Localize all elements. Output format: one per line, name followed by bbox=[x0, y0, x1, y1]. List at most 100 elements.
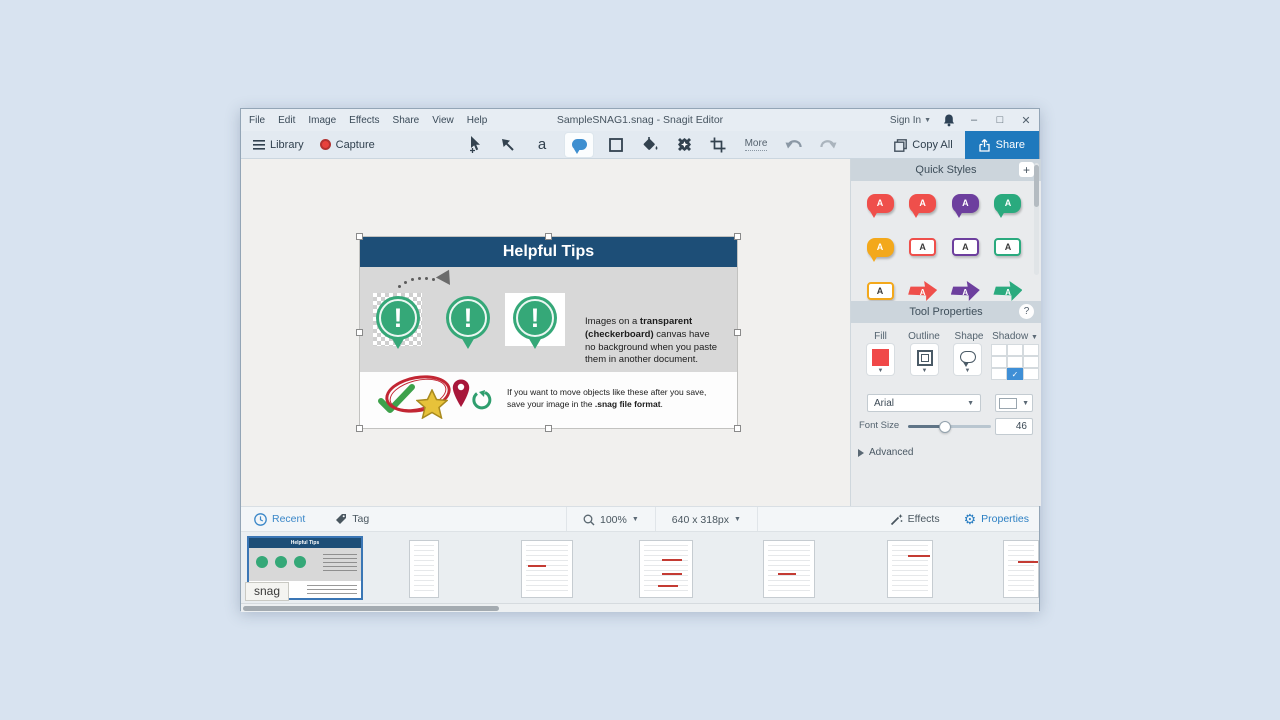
menu-view[interactable]: View bbox=[432, 115, 454, 126]
close-button[interactable]: ✕ bbox=[1019, 114, 1033, 127]
quick-style-arrow[interactable]: A bbox=[908, 278, 938, 301]
font-size-slider[interactable] bbox=[908, 425, 991, 428]
properties-button[interactable]: ⚙ Properties bbox=[964, 512, 1029, 526]
menubar: File Edit Image Effects Share View Help bbox=[241, 115, 487, 126]
capture-icon bbox=[320, 139, 331, 150]
shadow-direction-grid[interactable]: ✓ bbox=[991, 344, 1039, 380]
text-tool[interactable]: a bbox=[531, 133, 553, 157]
advanced-label: Advanced bbox=[869, 447, 913, 458]
tag-icon bbox=[335, 513, 347, 525]
resize-handle-se[interactable] bbox=[734, 425, 741, 432]
dimensions-control[interactable]: 640 x 318px ▼ bbox=[656, 507, 757, 532]
font-family-select[interactable]: Arial ▼ bbox=[867, 394, 981, 412]
arrow-tool[interactable] bbox=[497, 133, 519, 157]
thumbnail[interactable] bbox=[521, 540, 573, 598]
quick-style-arrow[interactable]: A bbox=[950, 278, 980, 301]
resize-handle-w[interactable] bbox=[356, 329, 363, 336]
blur-tool[interactable] bbox=[673, 133, 695, 157]
menu-effects[interactable]: Effects bbox=[349, 115, 379, 126]
sign-in-button[interactable]: Sign In ▼ bbox=[890, 115, 931, 126]
pixelate-icon bbox=[676, 136, 693, 153]
add-style-button[interactable]: + bbox=[1019, 162, 1034, 177]
font-family-value: Arial bbox=[874, 398, 894, 409]
advanced-toggle[interactable]: Advanced bbox=[858, 447, 913, 458]
menu-help[interactable]: Help bbox=[467, 115, 488, 126]
rotate-icon bbox=[471, 390, 493, 412]
more-label: More bbox=[745, 138, 768, 151]
capture-button[interactable]: Capture bbox=[320, 139, 375, 151]
callout-tool[interactable] bbox=[565, 133, 593, 157]
quick-style-rect[interactable]: A bbox=[908, 234, 938, 260]
pin-icon bbox=[452, 379, 470, 408]
thumbnail[interactable] bbox=[639, 540, 693, 598]
toolbar: Library Capture a bbox=[241, 131, 1039, 159]
quick-style-arrow[interactable]: A bbox=[993, 278, 1023, 301]
shape-tool[interactable] bbox=[605, 133, 627, 157]
thumbnail[interactable] bbox=[409, 540, 439, 598]
quick-styles-title: Quick Styles bbox=[915, 164, 976, 176]
redo-button[interactable] bbox=[817, 133, 839, 157]
resize-handle-nw[interactable] bbox=[356, 233, 363, 240]
canvas-area[interactable]: Helpful Tips ! ! ! bbox=[241, 159, 851, 506]
recent-button[interactable]: Recent bbox=[254, 513, 305, 526]
bubble-shape: A bbox=[867, 238, 894, 257]
more-tools-button[interactable]: More bbox=[741, 133, 771, 157]
quick-style-rect[interactable]: A bbox=[950, 234, 980, 260]
resize-handle-n[interactable] bbox=[545, 233, 552, 240]
resize-handle-e[interactable] bbox=[734, 329, 741, 336]
fill-picker[interactable]: ▼ bbox=[867, 344, 894, 375]
fill-tool[interactable] bbox=[639, 133, 661, 157]
share-button[interactable]: Share bbox=[965, 131, 1039, 159]
tray-scrollbar[interactable] bbox=[241, 603, 1039, 612]
shape-picker[interactable]: ▼ bbox=[954, 344, 981, 375]
tag-label: Tag bbox=[352, 513, 369, 525]
thumbnail-tray: Helpful Tips snag bbox=[241, 531, 1039, 603]
font-size-label: Font Size bbox=[859, 420, 899, 431]
help-button[interactable]: ? bbox=[1019, 304, 1034, 319]
quick-style-bubble[interactable]: A bbox=[865, 234, 895, 260]
move-tool[interactable] bbox=[463, 133, 485, 157]
effects-button[interactable]: Effects bbox=[890, 513, 940, 526]
quick-style-bubble[interactable]: A bbox=[865, 190, 895, 216]
zoom-control[interactable]: 100% ▼ bbox=[567, 507, 656, 532]
thumbnail[interactable] bbox=[1003, 540, 1039, 598]
quick-style-bubble[interactable]: A bbox=[908, 190, 938, 216]
font-size-input[interactable]: 46 bbox=[995, 418, 1033, 435]
selected-image[interactable]: Helpful Tips ! ! ! bbox=[360, 237, 737, 428]
shadow-label[interactable]: Shadow ▼ bbox=[991, 331, 1039, 342]
shadow-selected-cell[interactable]: ✓ bbox=[1007, 368, 1023, 380]
notifications-bell-icon[interactable] bbox=[943, 114, 955, 127]
copy-all-button[interactable]: Copy All bbox=[894, 139, 952, 152]
quick-style-bubble[interactable]: A bbox=[950, 190, 980, 216]
library-button[interactable]: Library bbox=[253, 139, 304, 151]
quick-style-rect[interactable]: A bbox=[865, 278, 895, 301]
menu-edit[interactable]: Edit bbox=[278, 115, 295, 126]
rect-shape: A bbox=[952, 238, 979, 256]
tray-scrollbar-thumb[interactable] bbox=[243, 606, 499, 611]
thumbnail[interactable] bbox=[887, 540, 933, 598]
quick-style-rect[interactable]: A bbox=[993, 234, 1023, 260]
slider-thumb[interactable] bbox=[939, 421, 951, 433]
resize-handle-s[interactable] bbox=[545, 425, 552, 432]
font-color-picker[interactable]: ▼ bbox=[995, 394, 1033, 412]
zoom-value: 100% bbox=[600, 514, 627, 526]
gear-icon: ⚙ bbox=[964, 512, 977, 526]
resize-handle-ne[interactable] bbox=[734, 233, 741, 240]
tag-button[interactable]: Tag bbox=[335, 513, 369, 525]
minimize-button[interactable]: – bbox=[967, 114, 981, 126]
menu-share[interactable]: Share bbox=[393, 115, 420, 126]
menu-file[interactable]: File bbox=[249, 115, 265, 126]
quick-style-bubble[interactable]: A bbox=[993, 190, 1023, 216]
undo-button[interactable] bbox=[783, 133, 805, 157]
redo-icon bbox=[819, 138, 837, 152]
snagit-editor-window: File Edit Image Effects Share View Help … bbox=[240, 108, 1040, 611]
crop-tool[interactable] bbox=[707, 133, 729, 157]
shape-bubble-icon bbox=[960, 351, 976, 363]
outline-picker[interactable]: ▼ bbox=[911, 344, 938, 375]
thumbnail[interactable] bbox=[763, 540, 815, 598]
maximize-button[interactable]: □ bbox=[993, 114, 1007, 126]
mini-image-body bbox=[249, 548, 361, 581]
menu-image[interactable]: Image bbox=[308, 115, 336, 126]
quick-styles-scrollbar[interactable] bbox=[1034, 163, 1039, 275]
resize-handle-sw[interactable] bbox=[356, 425, 363, 432]
